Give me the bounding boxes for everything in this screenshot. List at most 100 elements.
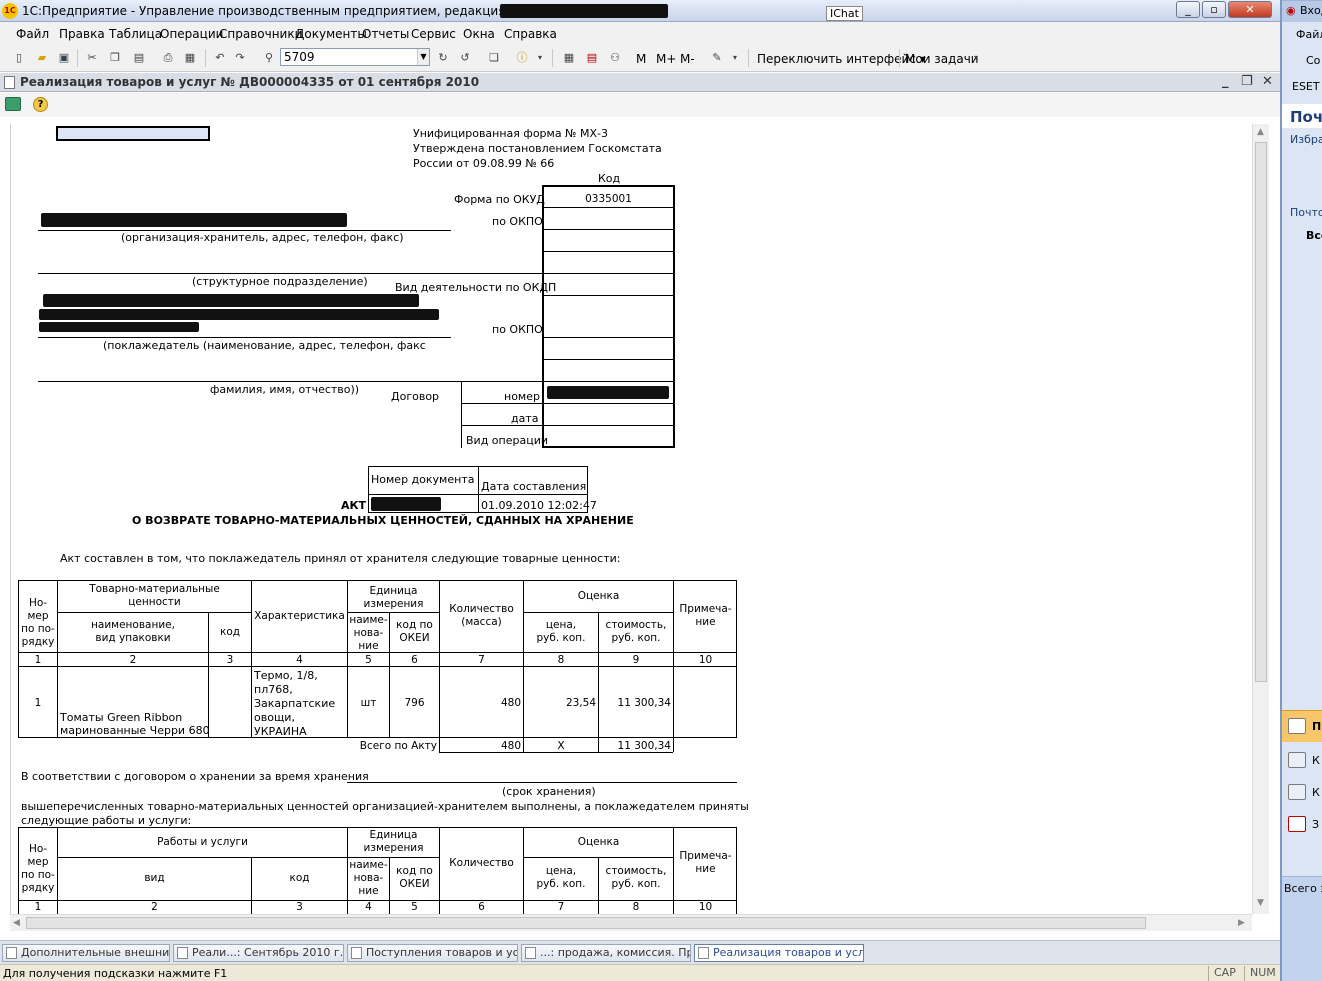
camera-icon[interactable] <box>5 97 21 111</box>
codes-box <box>542 185 675 448</box>
close-button[interactable]: ✕ <box>1228 1 1272 18</box>
vertical-scrollbar[interactable]: ▲ ▼ <box>1252 124 1269 914</box>
doc-restore-icon[interactable]: ❐ <box>1241 74 1253 89</box>
users-icon[interactable]: ⚇ <box>607 50 623 66</box>
menu-operations[interactable]: Операции <box>160 27 223 41</box>
bg-favorites-label: Избра <box>1290 133 1322 146</box>
t1-colnum: 8 <box>557 654 565 666</box>
help-icon[interactable]: ? <box>33 97 48 112</box>
t2-header-unit-okei: код по ОКЕИ <box>396 865 433 890</box>
copy-icon[interactable]: ❐ <box>107 50 123 66</box>
menu-table[interactable]: Таблица <box>109 27 162 41</box>
act-label: АКТ <box>341 499 367 512</box>
task-tab[interactable]: Дополнительные внешние ... <box>2 944 170 962</box>
vertical-scroll-thumb[interactable] <box>1255 142 1267 682</box>
calendar-icon[interactable] <box>1288 752 1306 768</box>
chevron-down-icon[interactable]: ▾ <box>532 50 548 66</box>
t1-row-num: 1 <box>34 697 42 709</box>
menu-catalogs[interactable]: Справочники <box>219 27 302 41</box>
t1-colnum: 1 <box>34 654 42 666</box>
document-icon <box>525 947 536 959</box>
t2-colnum: 10 <box>698 901 713 913</box>
search-input[interactable]: 5709 ▼ <box>280 48 430 66</box>
bg-nav-mail[interactable]: П <box>1312 720 1321 733</box>
undo-icon[interactable]: ↶ <box>212 50 228 66</box>
print-preview-icon[interactable]: ▦ <box>182 50 198 66</box>
open-folder-icon[interactable]: ▰ <box>34 50 50 66</box>
bg-nav-calendar[interactable]: К <box>1312 754 1320 767</box>
t2-colnum: 2 <box>151 901 158 913</box>
t1-header-name: наименование, вид упаковки <box>91 619 175 644</box>
settings-wrench-icon[interactable]: ✎ <box>709 50 725 66</box>
bg-all-label[interactable]: Все <box>1306 229 1322 242</box>
task-tab-label: ...: продажа, комиссия. Про... <box>540 946 690 959</box>
maximize-button[interactable]: ▫ <box>1202 1 1226 18</box>
scroll-right-icon[interactable]: ▶ <box>1238 918 1245 928</box>
calendar-icon[interactable]: ▤ <box>584 50 600 66</box>
menu-service[interactable]: Сервис <box>411 27 456 41</box>
selected-cell[interactable] <box>56 126 210 141</box>
switch-interface-button[interactable]: Переключить интерфейс ▾ <box>757 52 926 66</box>
horizontal-scrollbar[interactable]: ◀ ▶ <box>10 914 1252 931</box>
task-tab[interactable]: ...: продажа, комиссия. Про... <box>521 944 691 962</box>
save-icon[interactable]: ▣ <box>56 50 72 66</box>
t1-header-code: код <box>219 626 241 638</box>
depositor-caption: (поклажедатель (наименование, адрес, тел… <box>103 339 426 352</box>
redo-icon[interactable]: ↷ <box>232 50 248 66</box>
approved-label-2: России от 09.08.99 № 66 <box>413 157 555 170</box>
search-icon[interactable]: ⚲ <box>261 50 277 66</box>
find-prev-icon[interactable]: ↺ <box>457 50 473 66</box>
chevron-down-icon[interactable]: ▾ <box>727 50 743 66</box>
menu-windows[interactable]: Окна <box>463 27 495 41</box>
task-tab[interactable]: Реали...: Сентябрь 2010 г. - ... <box>173 944 344 962</box>
print-icon[interactable]: ⎙ <box>160 50 176 66</box>
menu-edit[interactable]: Правка <box>59 27 105 41</box>
minimize-button[interactable]: _ <box>1176 1 1200 18</box>
t2-header-price: цена, руб. коп. <box>536 865 586 890</box>
t1-header-num: Но- мер по по- рядку <box>21 597 55 648</box>
t1-row-cost: 11 300,34 <box>617 697 671 709</box>
memory-m-button[interactable]: M <box>636 52 646 66</box>
toolbar-separator <box>552 49 553 67</box>
menu-reports[interactable]: Отчеты <box>362 27 409 41</box>
bg-eset-label[interactable]: ESET <box>1292 80 1320 93</box>
scroll-up-icon[interactable]: ▲ <box>1257 127 1264 137</box>
scroll-left-icon[interactable]: ◀ <box>13 918 20 928</box>
bg-menu-file[interactable]: Файл <box>1296 28 1322 41</box>
mail-icon[interactable] <box>1288 718 1306 734</box>
task-tab[interactable]: Поступления товаров и услуг <box>347 944 518 962</box>
windows-icon[interactable]: ❏ <box>486 50 502 66</box>
tasks-icon[interactable] <box>1288 816 1306 832</box>
bg-nav-tasks[interactable]: З <box>1312 818 1319 831</box>
bg-nav-contacts[interactable]: К <box>1312 786 1320 799</box>
contacts-icon[interactable] <box>1288 784 1306 800</box>
approved-label-1: Утверждена постановлением Госкомстата <box>413 142 662 155</box>
info-icon[interactable]: ⓘ <box>514 50 530 66</box>
menu-file[interactable]: Файл <box>16 27 49 41</box>
doc-close-icon[interactable]: ✕ <box>1262 74 1273 89</box>
menu-documents[interactable]: Документы <box>295 27 367 41</box>
find-next-icon[interactable]: ↻ <box>435 50 451 66</box>
task-tab-active[interactable]: Реализация товаров и услу... <box>694 944 864 962</box>
bg-window-title: Вход <box>1300 4 1322 17</box>
memory-add-button[interactable]: M+ <box>656 52 676 66</box>
doc-minimize-icon[interactable]: _ <box>1222 74 1229 89</box>
bg-toolbar-item[interactable]: Со <box>1306 54 1320 67</box>
okpo-label: по ОКПО <box>492 215 543 228</box>
t2-colnum: 6 <box>478 901 485 913</box>
menu-help[interactable]: Справка <box>504 27 557 41</box>
horizontal-scroll-thumb[interactable] <box>26 917 1146 929</box>
act-title: О ВОЗВРАТЕ ТОВАРНО-МАТЕРИАЛЬНЫХ ЦЕННОСТЕ… <box>132 514 634 527</box>
scroll-down-icon[interactable]: ▼ <box>1257 898 1264 908</box>
paste-icon[interactable]: ▤ <box>131 50 147 66</box>
ichat-button[interactable]: IChat <box>826 6 863 21</box>
chevron-down-icon[interactable]: ▾ <box>968 50 984 66</box>
toolbar-separator <box>77 49 78 67</box>
cut-icon[interactable]: ✂ <box>84 50 100 66</box>
memory-subtract-button[interactable]: M- <box>680 52 695 66</box>
new-document-icon[interactable]: ▯ <box>11 50 27 66</box>
background-mail-window[interactable]: ◉ Вход Файл Со ESET Поч Избра Почто Все … <box>1280 0 1322 981</box>
chevron-down-icon[interactable]: ▼ <box>417 49 429 65</box>
calculator-icon[interactable]: ▦ <box>561 50 577 66</box>
t1-total-qty: 480 <box>500 740 521 752</box>
